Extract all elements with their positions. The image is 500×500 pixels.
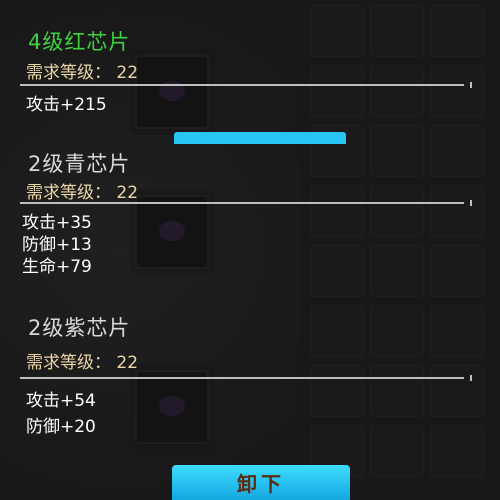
divider (20, 375, 472, 381)
unload-button-label: 卸下 (237, 472, 285, 496)
chip-requirement: 需求等级： 22 (26, 63, 139, 83)
unload-button[interactable]: 卸下 (172, 465, 350, 500)
chip-requirement: 需求等级： 22 (26, 183, 139, 203)
chip-info-panel: 2级青芯片 需求等级： 22 攻击+35 防御+13 生命+79 (0, 144, 500, 294)
chip-stat: 防御+20 (26, 417, 96, 437)
divider (20, 82, 472, 88)
divider (20, 200, 472, 206)
chip-title: 4级红芯片 (28, 30, 131, 54)
chip-stat: 生命+79 (22, 257, 92, 277)
chip-stat: 攻击+215 (26, 95, 107, 115)
chip-requirement: 需求等级： 22 (26, 353, 139, 373)
chip-info-panel: 4级红芯片 需求等级： 22 攻击+215 (0, 0, 500, 130)
chip-title: 2级紫芯片 (28, 316, 131, 340)
tooltip-tab (174, 132, 346, 144)
chip-title: 2级青芯片 (28, 152, 131, 176)
chip-stat: 攻击+54 (26, 391, 96, 411)
chip-info-panel: 2级紫芯片 需求等级： 22 攻击+54 防御+20 (0, 300, 500, 465)
